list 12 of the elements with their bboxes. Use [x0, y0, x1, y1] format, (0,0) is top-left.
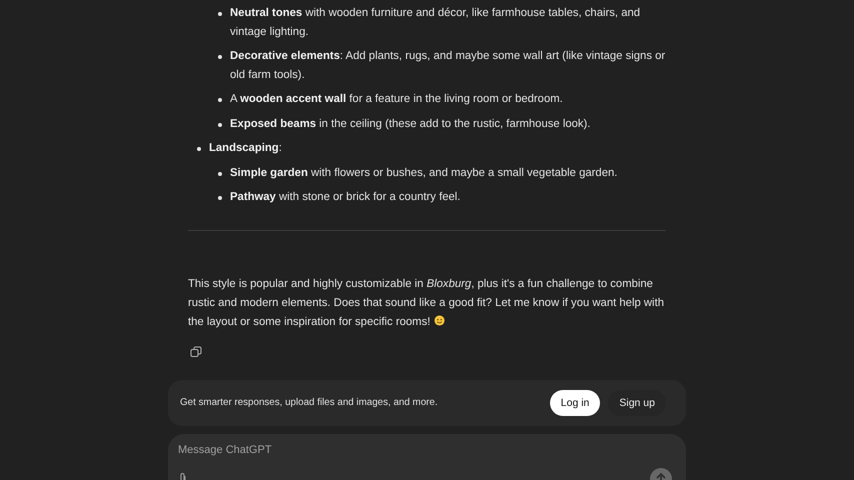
list-item-text: Neutral tones with wooden furniture and décor, like farmhouse tables, chairs, and vintage lighting. [230, 6, 642, 40]
list-item-text: Decorative elements: Add plants, rugs, and maybe some wall art (like vintage signs or old farm tools). [230, 49, 666, 82]
list-item-text: Landscaping: [209, 141, 282, 156]
closing-paragraph: This style is popular and highly customizable in Bloxburg, plus it's a fun challenge to combine rustic and modern elements. Does that sound like a good fit? Let me know if you want help with the layout or some inspiration for specific rooms! [188, 276, 665, 330]
message-field[interactable]: Message ChatGPT [178, 444, 676, 456]
list-item-text: Pathway with stone or brick for a country feel. [230, 190, 460, 205]
list-item-text: Exposed beams in the ceiling (these add to the rustic, farmhouse look). [230, 116, 590, 132]
banner-text: Get smarter responses, upload files and images, and more. [180, 397, 439, 408]
list-item-text: A wooden accent wall for a feature in the living room or bedroom. [230, 92, 563, 107]
login-button[interactable]: Log in [550, 390, 600, 416]
list-item-text: Simple garden with flowers or bushes, and maybe a small vegetable garden. [230, 166, 618, 180]
signup-button[interactable]: Sign up [608, 390, 666, 416]
